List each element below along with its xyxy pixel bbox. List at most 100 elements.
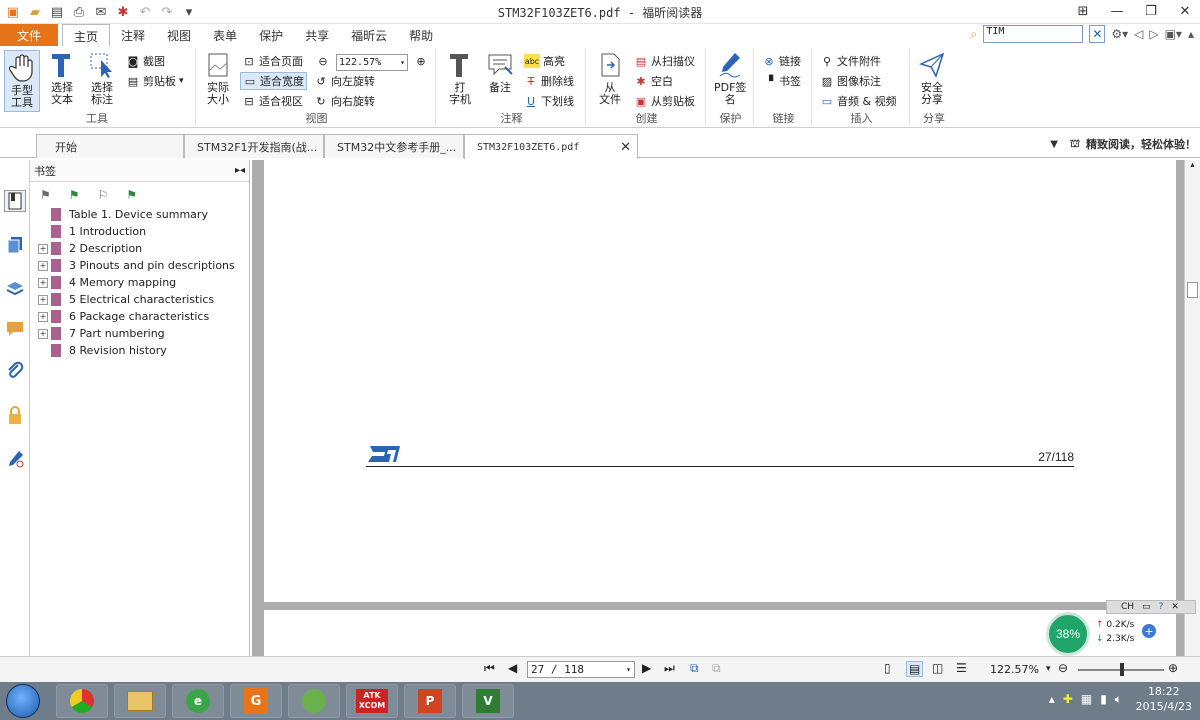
maximize-button[interactable]: ❐ (1140, 2, 1162, 20)
expand-icon[interactable]: + (38, 328, 48, 339)
taskbar-app-powerpoint[interactable]: P (404, 684, 456, 718)
help-icon[interactable]: ? (1159, 602, 1164, 612)
network-speed-widget[interactable]: CH ▭ ? ✕ 38% ↑ 0.2K/s ↓ 2.3K/s + (1046, 598, 1196, 656)
find-bookmark-icon[interactable]: ⚑ (126, 188, 137, 202)
taskbar-app-xcom[interactable]: ATK XCOM (346, 684, 398, 718)
pdf-sign-button[interactable]: PDF签 名 (714, 50, 746, 106)
expand-icon[interactable]: + (38, 277, 48, 288)
search-input[interactable]: TIM (983, 25, 1084, 43)
rotate-left-button[interactable]: ↺ 向左旋转 (314, 72, 375, 90)
continuous-icon[interactable]: ▤ (906, 661, 924, 677)
tab-comment[interactable]: 注释 (110, 24, 156, 46)
underline-button[interactable]: U 下划线 (524, 92, 574, 110)
signature-panel-icon[interactable] (4, 448, 26, 470)
page-number-input[interactable]: 27 / 118 ▾ (527, 661, 635, 678)
doc-tab-dev-guide[interactable]: STM32F1开发指南(战... (184, 134, 324, 158)
close-tab-icon[interactable]: ✕ (620, 140, 631, 155)
delete-bookmark-icon[interactable]: ⚑ (40, 188, 51, 202)
vertical-scrollbar[interactable]: ▴ (1184, 160, 1200, 656)
tab-home[interactable]: 主页 (62, 24, 111, 47)
facing-icon[interactable]: ◫ (932, 661, 943, 675)
dropdown-arrow-icon[interactable]: ▼ (1050, 139, 1058, 150)
doc-tab-datasheet[interactable]: STM32F103ZET6.pdf ✕ (464, 134, 638, 159)
next-page-icon[interactable]: ▶ (642, 661, 651, 675)
list-item[interactable]: + 2 Description (38, 240, 235, 257)
taskbar-app-foxit[interactable]: G (230, 684, 282, 718)
blank-button[interactable]: ✱ 空白 (634, 72, 673, 90)
battery-icon[interactable]: ▮ (1100, 692, 1107, 707)
first-page-icon[interactable]: ⏮ (484, 661, 495, 676)
from-clipboard-button[interactable]: ▣ 从剪贴板 (634, 92, 695, 110)
actual-size-button[interactable]: 实际 大小 (204, 50, 232, 106)
audio-video-button[interactable]: ▭ 音频 & 视频 (820, 92, 897, 110)
prev-page-icon[interactable]: ◀ (508, 661, 517, 675)
settings-icon[interactable]: ⚙▾ (1111, 27, 1128, 41)
panel-options-icon[interactable]: ▸◂ (235, 165, 249, 176)
fit-width-button[interactable]: ▭ 适合宽度 (240, 72, 307, 90)
last-page-icon[interactable]: ⏭ (664, 661, 675, 676)
continuous-facing-icon[interactable]: ☰ (956, 661, 967, 675)
expand-icon[interactable]: + (38, 311, 48, 322)
scroll-up-icon[interactable]: ▴ (1185, 160, 1200, 169)
zoom-in-icon[interactable]: ⊕ (1168, 661, 1178, 675)
doc-tab-ref-manual[interactable]: STM32中文参考手册_... (324, 134, 464, 158)
list-item[interactable]: + 7 Part numbering (38, 325, 235, 342)
pdf-page[interactable]: 27/118 (264, 160, 1176, 602)
list-item[interactable]: + 3 Pinouts and pin descriptions (38, 257, 235, 274)
from-scanner-button[interactable]: ▤ 从扫描仪 (634, 52, 695, 70)
from-file-button[interactable]: 从 文件 (596, 50, 624, 106)
single-page-icon[interactable]: ▯ (884, 661, 891, 675)
tray-app-icon[interactable]: ✚ (1063, 692, 1073, 707)
find-icon[interactable]: ⌕ (971, 27, 978, 42)
zoom-slider-knob[interactable] (1120, 663, 1124, 676)
tab-help[interactable]: 帮助 (398, 24, 444, 46)
list-item[interactable]: 8 Revision history (38, 342, 235, 359)
zoom-out-icon[interactable]: ⊖ (1058, 661, 1068, 675)
image-annotation-button[interactable]: ▨ 图像标注 (820, 72, 881, 90)
add-icon[interactable]: + (1142, 624, 1156, 638)
expand-icon[interactable]: + (38, 294, 48, 305)
expand-icon[interactable]: + (38, 243, 48, 254)
link-button[interactable]: ⊗ 链接 (762, 52, 801, 70)
fit-visible-button[interactable]: ⊟ 适合视区 (242, 92, 303, 110)
list-item[interactable]: 1 Introduction (38, 223, 235, 240)
minimize-button[interactable]: — (1106, 2, 1128, 20)
screenshot-button[interactable]: ◙ 截图 (126, 52, 165, 70)
bookmarks-panel-icon[interactable] (4, 190, 26, 212)
file-menu[interactable]: 文件 (0, 24, 58, 46)
close-icon[interactable]: ✕ (1171, 602, 1179, 612)
close-button[interactable]: ✕ (1174, 2, 1196, 20)
clipboard-button[interactable]: ▤ 剪贴板 ▾ (126, 72, 184, 90)
zoom-dropdown-icon[interactable]: ▾ (1046, 664, 1051, 674)
typewriter-button[interactable]: 打 字机 (446, 50, 474, 106)
tab-foxit-cloud[interactable]: 福昕云 (340, 24, 398, 46)
rotate-right-button[interactable]: ↻ 向右旋转 (314, 92, 375, 110)
strikeout-button[interactable]: T 删除线 (524, 72, 574, 90)
user-icon[interactable]: ▣▾ (1165, 27, 1182, 41)
taskbar-app-browser[interactable] (56, 684, 108, 718)
hand-tool-button[interactable]: 手型 工具 (4, 50, 40, 112)
fit-page-button[interactable]: ⊡ 适合页面 (242, 52, 303, 70)
next-result-icon[interactable]: ▷ (1149, 27, 1158, 41)
tray-expand-icon[interactable]: ▴ (1049, 692, 1055, 707)
list-item[interactable]: + 6 Package characteristics (38, 308, 235, 325)
start-button[interactable] (6, 684, 40, 718)
list-item[interactable]: Table 1. Device summary (38, 206, 235, 223)
security-panel-icon[interactable] (4, 404, 26, 426)
highlight-button[interactable]: abc 高亮 (524, 52, 565, 70)
taskbar-app-qt[interactable] (288, 684, 340, 718)
promo-banner[interactable]: ▼ ⛫ 精致阅读，轻松体验！ (1050, 136, 1196, 152)
volume-icon[interactable]: 🔈︎ (1115, 692, 1122, 707)
add-bookmark-icon[interactable]: ⚑ (69, 188, 80, 202)
tab-form[interactable]: 表单 (202, 24, 248, 46)
next-view-icon[interactable]: ⧉ (712, 661, 721, 676)
clock[interactable]: 18:22 2015/4/23 (1136, 684, 1192, 714)
layers-panel-icon[interactable] (4, 276, 26, 298)
list-item[interactable]: + 5 Electrical characteristics (38, 291, 235, 308)
attachment-button[interactable]: ⚲ 文件附件 (820, 52, 881, 70)
layout-icon[interactable]: ⊞ (1072, 2, 1094, 20)
collapse-ribbon-icon[interactable]: ▴ (1188, 27, 1194, 41)
comments-panel-icon[interactable] (4, 318, 26, 340)
note-button[interactable]: 备注 (486, 50, 514, 94)
taskbar-app-ie[interactable]: e (172, 684, 224, 718)
